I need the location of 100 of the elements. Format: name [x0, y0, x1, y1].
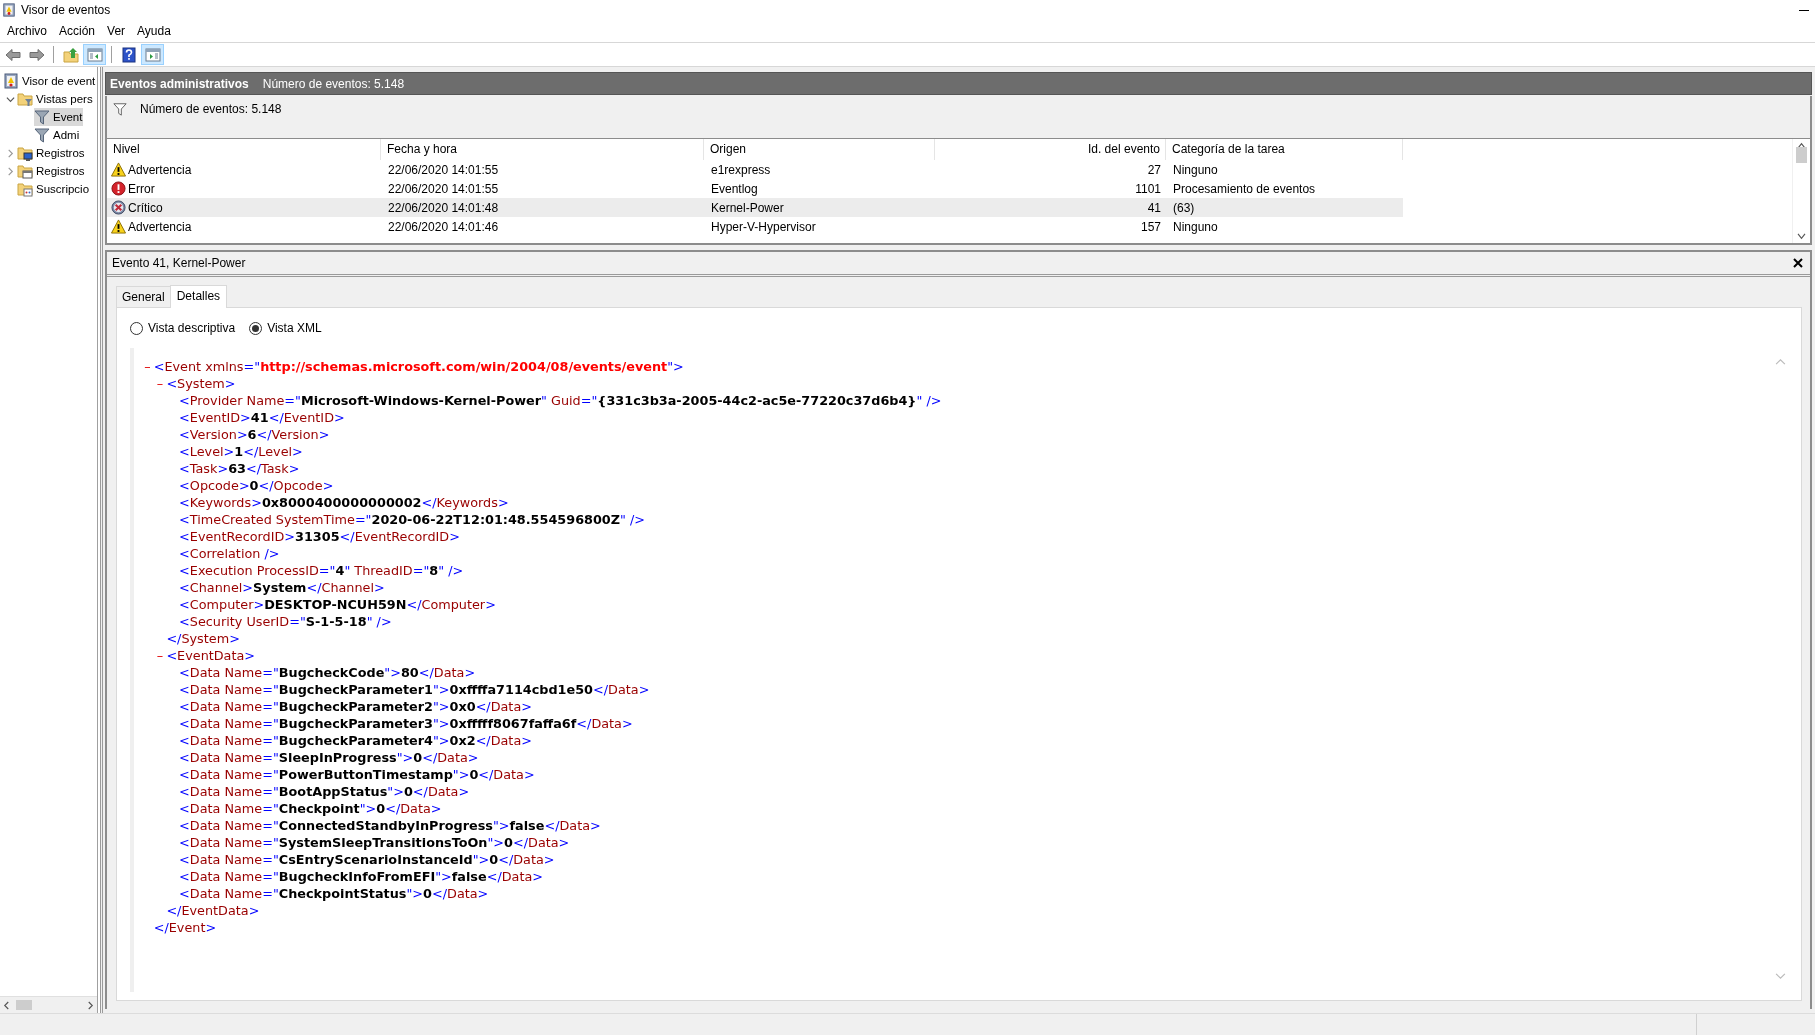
table-cell-text: 22/06/2020 14:01:55	[387, 162, 500, 177]
menu-item[interactable]: Ver	[101, 22, 132, 40]
table-cell: Advertencia	[128, 162, 192, 177]
collapse-toggle[interactable]: –	[156, 648, 164, 663]
scroll-down-icon[interactable]	[1797, 233, 1806, 240]
xml-line: <Data Name="BugcheckParameter3">0xfffff8067faffa6f</Data>	[179, 716, 633, 731]
column-header[interactable]: Origen	[704, 139, 935, 160]
menu-item[interactable]: Ayuda	[131, 22, 177, 40]
xml-line: <EventRecordID>31305</EventRecordID>	[179, 529, 460, 544]
tree-item[interactable]: Vistas pers	[17, 90, 94, 108]
xml-line: <Version>6</Version>	[179, 427, 330, 442]
warning-icon	[111, 162, 126, 177]
tree-item[interactable]: Event	[34, 108, 84, 126]
column-header[interactable]: Nivel	[107, 139, 381, 160]
radio-label[interactable]: Vista XML	[267, 321, 322, 335]
window-title: Visor de eventos	[21, 3, 111, 17]
table-cell-text: 1101	[1134, 181, 1162, 196]
xml-line: </Event>	[153, 920, 217, 935]
collapse-toggle[interactable]: –	[156, 376, 164, 391]
table-row[interactable]: Advertencia 22/06/2020 14:01:55 e1rexpress 27 Ninguno	[107, 160, 1403, 179]
minimize-icon[interactable]	[1799, 9, 1809, 11]
expand-chevron-icon[interactable]	[5, 166, 15, 176]
tree-item[interactable]: Registros	[17, 162, 86, 180]
table-row[interactable]: Crítico 22/06/2020 14:01:48 Kernel-Power 41 (63)	[107, 198, 1403, 217]
xml-line: <Data Name="BugcheckParameter4">0x2</Data>	[179, 733, 532, 748]
column-header[interactable]: Categoría de la tarea	[1166, 139, 1403, 160]
folder-icon	[62, 46, 79, 63]
scroll-left-icon[interactable]	[3, 1000, 10, 1010]
table-cell: Advertencia	[128, 219, 192, 234]
table-cell-text: Ninguno	[1172, 219, 1219, 234]
xml-line: <Opcode>0</Opcode>	[179, 478, 334, 493]
xml-line: <Keywords>0x8000400000000002</Keywords>	[179, 495, 509, 510]
xml-line: <Computer>DESKTOP-NCUH59N</Computer>	[179, 597, 496, 612]
panel-icon	[144, 46, 161, 63]
xml-line: <Correlation />	[179, 546, 280, 561]
menu-item[interactable]: Acción	[53, 22, 102, 40]
xml-line: </EventData>	[166, 903, 260, 918]
show-panel-button[interactable]	[83, 44, 106, 65]
radio-button[interactable]	[249, 321, 263, 335]
expand-chevron-icon[interactable]	[5, 148, 15, 158]
event-log-icon	[3, 73, 19, 89]
xml-line: <Provider Name="Microsoft-Windows-Kernel-Power" Guid="{331c3b3a-2005-44c2-ac5e-77220c37d6b4}" />	[179, 393, 942, 408]
back-arrow-icon	[4, 46, 21, 63]
xml-line: </System>	[166, 631, 240, 646]
table-row[interactable]: Error 22/06/2020 14:01:55 Eventlog 1101 Procesamiento de eventos	[107, 179, 1403, 198]
xml-line: <Data Name="SleepInProgress">0</Data>	[179, 750, 479, 765]
xml-line: <Data Name="PowerButtonTimestamp">0</Data>	[179, 767, 535, 782]
xml-line: <Execution ProcessID="4" ThreadID="8" />	[179, 563, 464, 578]
filter-count: Número de eventos: 5.148	[140, 102, 282, 116]
column-header[interactable]: Fecha y hora	[381, 139, 704, 160]
table-cell-text: Ninguno	[1172, 162, 1219, 177]
table-cell: Error	[128, 181, 155, 196]
menu-item[interactable]: Archivo	[1, 22, 53, 40]
filter-icon	[113, 102, 127, 116]
xml-line: <Channel>System</Channel>	[179, 580, 385, 595]
tree-item[interactable]: Registros	[17, 144, 86, 162]
table-cell-text: Eventlog	[710, 181, 759, 196]
tree-item[interactable]: Suscripcio	[17, 180, 91, 198]
column-header[interactable]: Id. del evento	[935, 139, 1166, 160]
tab[interactable]: Detalles	[169, 285, 228, 308]
panel-icon	[86, 46, 103, 63]
collapse-chevron-icon[interactable]	[5, 94, 15, 104]
tab[interactable]: General	[116, 286, 171, 307]
table-cell-text: 27	[1146, 162, 1162, 177]
xml-line: <EventData>	[166, 648, 256, 663]
xml-line: <EventID>41</EventID>	[179, 410, 345, 425]
table-row[interactable]: Advertencia 22/06/2020 14:01:46 Hyper-V-Hypervisor 157 Ninguno	[107, 217, 1403, 236]
collapse-toggle[interactable]: –	[144, 359, 151, 374]
xml-line: <Data Name="SystemSleepTransitionsToOn">0</Data>	[179, 835, 570, 850]
table-cell-text: 22/06/2020 14:01:48	[387, 200, 500, 215]
xml-line: <System>	[166, 376, 236, 391]
xml-line: <Data Name="BootAppStatus">0</Data>	[179, 784, 470, 799]
scroll-right-icon[interactable]	[87, 1000, 94, 1010]
xml-line: <Data Name="BugcheckInfoFromEFI">false</Data>	[179, 869, 543, 884]
radio-label[interactable]: Vista descriptiva	[148, 321, 236, 335]
tree-item[interactable]: Admi	[34, 126, 81, 144]
xml-line: <Data Name="ConnectedStandbyInProgress">false</Data>	[179, 818, 601, 833]
scroll-thumb[interactable]	[1796, 147, 1807, 163]
xml-line: <Data Name="BugcheckParameter1">0xffffa7114cbd1e50</Data>	[179, 682, 650, 697]
close-icon[interactable]	[1793, 258, 1803, 268]
table-cell-text: Procesamiento de eventos	[1172, 181, 1317, 196]
view-title: Eventos administrativos	[110, 76, 249, 91]
event-count: Número de eventos: 5.148	[262, 76, 405, 91]
tree-item[interactable]: Visor de event	[3, 72, 97, 90]
detail-title: Evento 41, Kernel-Power	[112, 256, 246, 270]
warning-icon	[111, 219, 126, 234]
xml-line: <Data Name="BugcheckCode">80</Data>	[179, 665, 476, 680]
xml-line: <Data Name="CheckpointStatus">0</Data>	[179, 886, 489, 901]
help-icon	[120, 46, 137, 63]
xml-line: <Task>63</Task>	[179, 461, 300, 476]
radio-button[interactable]	[130, 321, 143, 335]
folder-icon	[17, 145, 33, 161]
table-cell-text: Hyper-V-Hypervisor	[710, 219, 817, 234]
table-cell-text: 22/06/2020 14:01:55	[387, 181, 500, 196]
table-cell-text: e1rexpress	[710, 162, 772, 177]
xml-line: <Data Name="Checkpoint">0</Data>	[179, 801, 442, 816]
table-cell-text: 157	[1139, 219, 1162, 234]
xml-line: <TimeCreated SystemTime="2020-06-22T12:01:48.554596800Z" />	[179, 512, 646, 527]
scroll-thumb[interactable]	[16, 1000, 32, 1010]
scroll-up-icon[interactable]	[1797, 142, 1806, 149]
